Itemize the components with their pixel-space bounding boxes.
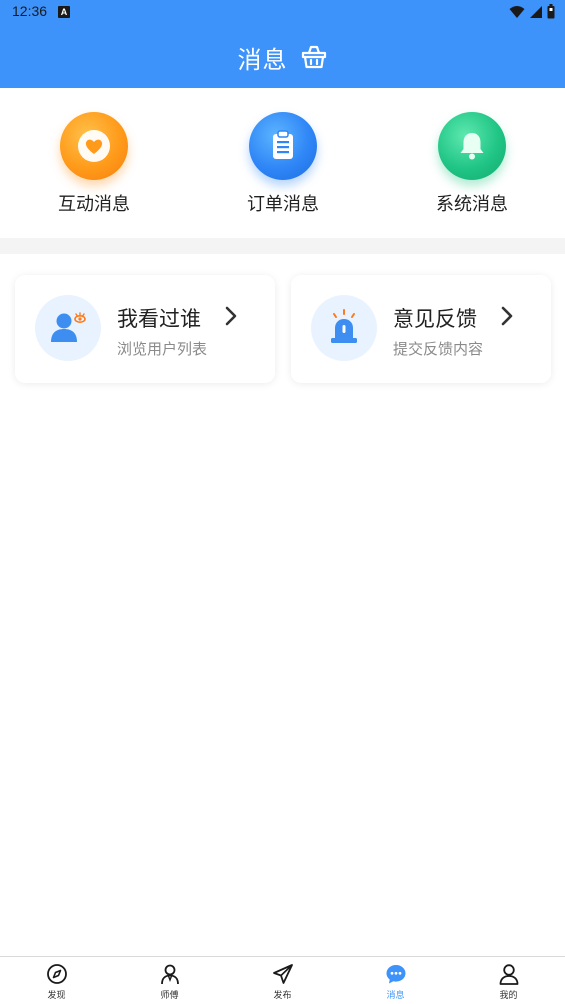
nav-label: 消息 (386, 990, 405, 1000)
who-i-viewed-card[interactable]: 我看过谁 浏览用户列表 (15, 275, 275, 383)
nav-label: 发布 (273, 990, 292, 1000)
status-bar: 12:36 A (0, 0, 565, 24)
chat-bubble-icon (386, 965, 405, 984)
alarm-light-icon (311, 295, 377, 361)
wifi-icon (509, 5, 525, 18)
heart-icon (60, 112, 128, 180)
category-system-messages[interactable]: 系统消息 (407, 112, 537, 216)
chevron-right-icon (225, 306, 237, 326)
app-header: 12:36 A 消息 (0, 0, 565, 88)
battery-icon (547, 4, 555, 19)
person-icon (499, 964, 518, 985)
page-title: 消息 (237, 45, 288, 74)
category-label: 订单消息 (247, 194, 319, 215)
nav-tab-messages[interactable]: 消息 (339, 957, 452, 1004)
signal-icon (530, 5, 542, 18)
status-indicators (509, 4, 555, 19)
nav-tab-masters[interactable]: 师傅 (113, 957, 226, 1004)
card-subtitle: 提交反馈内容 (393, 340, 484, 358)
worker-icon (160, 964, 179, 985)
compass-icon (46, 964, 67, 984)
clipboard-icon (249, 112, 317, 180)
nav-tab-discover[interactable]: 发现 (0, 957, 113, 1004)
category-order-messages[interactable]: 订单消息 (218, 112, 348, 216)
basket-icon[interactable] (300, 43, 328, 71)
user-eye-icon (35, 295, 101, 361)
nav-tab-publish[interactable]: 发布 (226, 957, 339, 1004)
status-time: 12:36 (12, 3, 48, 19)
bell-icon (438, 112, 506, 180)
card-subtitle: 浏览用户列表 (117, 340, 208, 358)
nav-label: 发现 (47, 990, 66, 1000)
card-title: 我看过谁 (117, 307, 201, 331)
category-label: 互动消息 (58, 194, 130, 215)
message-category-row: 互动消息 订单消息 系统消息 (0, 88, 565, 238)
category-label: 系统消息 (436, 194, 508, 215)
header-title-bar: 消息 (0, 40, 565, 74)
nav-label: 师傅 (160, 990, 179, 1000)
bottom-navigation: 发现 师傅 发布 消息 我的 (0, 956, 565, 1004)
nav-label: 我的 (499, 990, 518, 1000)
section-divider (0, 238, 565, 254)
feedback-card[interactable]: 意见反馈 提交反馈内容 (291, 275, 551, 383)
chevron-right-icon (501, 306, 513, 326)
paper-plane-icon (272, 964, 293, 984)
status-notification-icon: A (58, 6, 70, 18)
card-title: 意见反馈 (393, 307, 477, 331)
category-interaction-messages[interactable]: 互动消息 (29, 112, 159, 216)
nav-tab-mine[interactable]: 我的 (452, 957, 565, 1004)
